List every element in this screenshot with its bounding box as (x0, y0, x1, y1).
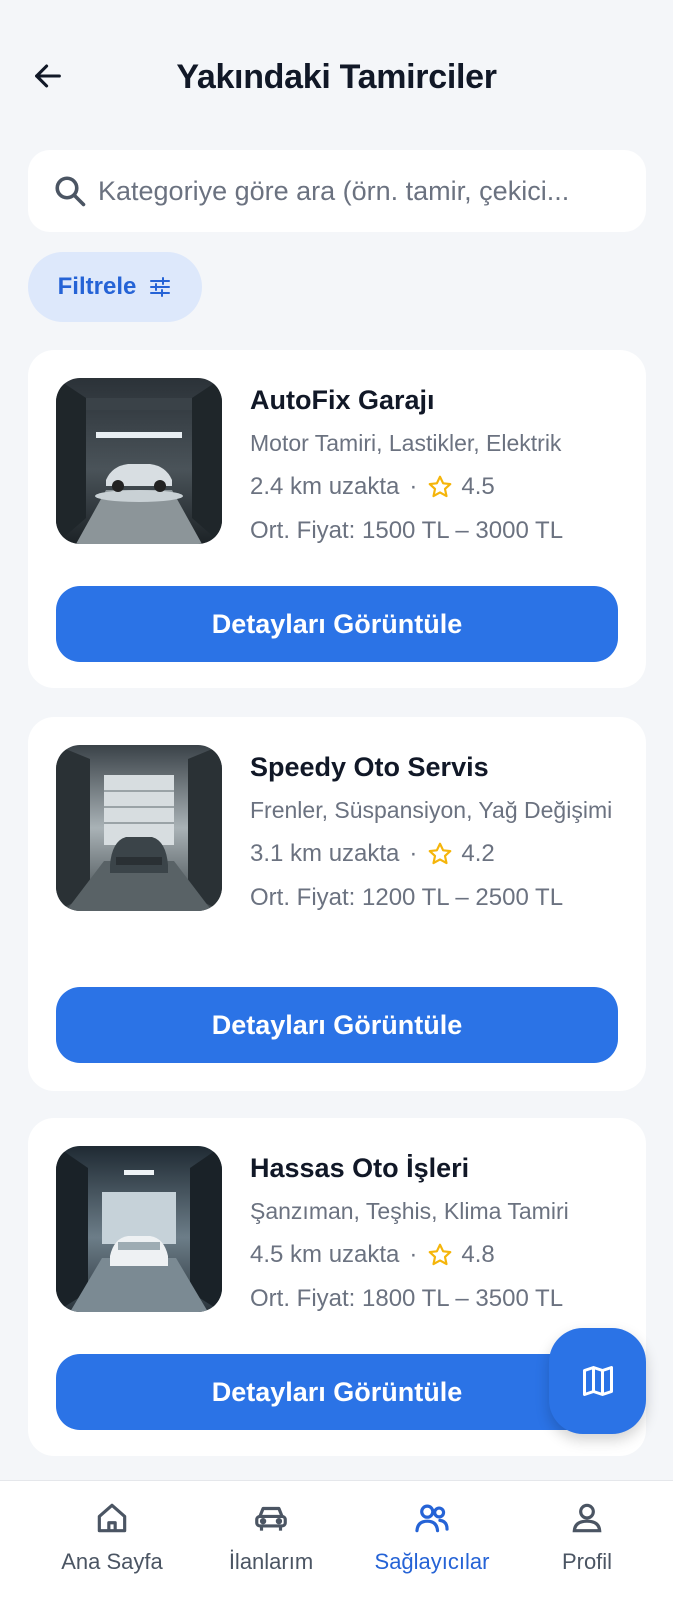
provider-rating: 4.2 (461, 840, 495, 867)
provider-rating: 4.8 (461, 1241, 495, 1268)
provider-categories: Motor Tamiri, Lastikler, Elektrik (250, 430, 562, 456)
page-title: Yakındaki Tamirciler (176, 58, 497, 96)
separator-dot: · (409, 840, 418, 867)
nav-item-providers[interactable]: Sağlayıcılar (352, 1499, 512, 1575)
sliders-icon (150, 277, 171, 297)
filter-label: Filtrele (57, 273, 137, 300)
provider-distance: 4.5 km uzakta (250, 1241, 400, 1268)
nav-item-listings[interactable]: İlanlarım (191, 1499, 351, 1575)
map-icon (582, 1366, 613, 1396)
garage-image (56, 1146, 222, 1312)
nav-label: Ana Sayfa (61, 1549, 163, 1574)
nav-label: Profil (561, 1549, 613, 1574)
home-icon (97, 1503, 127, 1533)
header: Yakındaki Tamirciler (0, 0, 673, 150)
star-icon (429, 842, 452, 865)
provider-meta: 2.4 km uzakta · 4.5 (250, 470, 620, 504)
provider-price: Ort. Fiyat: 1800 TL – 3500 TL (250, 1285, 564, 1312)
search-icon (55, 176, 86, 207)
provider-meta: 4.5 km uzakta · 4.8 (250, 1238, 620, 1272)
users-icon (415, 1504, 449, 1533)
bottom-navigation: Ana Sayfa İlanlarım Sağlayıcılar Profil (0, 1480, 673, 1600)
search-input[interactable] (98, 175, 638, 207)
provider-price: Ort. Fiyat: 1500 TL – 3000 TL (250, 517, 564, 544)
person-icon (572, 1503, 602, 1533)
garage-image (56, 378, 222, 544)
provider-card: AutoFix Garajı Motor Tamiri, Lastikler, … (28, 350, 646, 688)
provider-categories: Şanzıman, Teşhis, Klima Tamiri (250, 1198, 569, 1224)
provider-meta: 3.1 km uzakta · 4.2 (250, 837, 620, 871)
garage-image (56, 745, 222, 911)
star-icon (429, 475, 452, 498)
provider-price: Ort. Fiyat: 1200 TL – 2500 TL (250, 884, 564, 911)
view-details-button[interactable]: Detayları Görüntüle (56, 987, 618, 1063)
separator-dot: · (409, 1241, 418, 1268)
star-icon (429, 1243, 452, 1266)
search-bar[interactable] (28, 150, 646, 232)
provider-name: Speedy Oto Servis (250, 752, 489, 782)
provider-name: AutoFix Garajı (250, 385, 435, 415)
nav-label: İlanlarım (228, 1549, 314, 1574)
provider-categories: Frenler, Süspansiyon, Yağ Değişimi (250, 797, 613, 823)
nav-item-home[interactable]: Ana Sayfa (32, 1499, 192, 1575)
car-icon (255, 1506, 287, 1531)
provider-name: Hassas Oto İşleri (250, 1153, 470, 1183)
nav-item-profile[interactable]: Profil (507, 1499, 667, 1575)
view-details-button[interactable]: Detayları Görüntüle (56, 1354, 618, 1430)
provider-rating: 4.5 (461, 473, 495, 500)
provider-distance: 3.1 km uzakta (250, 840, 400, 867)
provider-distance: 2.4 km uzakta (250, 473, 400, 500)
nav-label: Sağlayıcılar (374, 1549, 490, 1574)
provider-card: Speedy Oto Servis Frenler, Süspansiyon, … (28, 717, 646, 1091)
separator-dot: · (409, 473, 418, 500)
filter-button[interactable]: Filtrele (28, 252, 202, 322)
map-view-button[interactable] (549, 1328, 646, 1434)
view-details-button[interactable]: Detayları Görüntüle (56, 586, 618, 662)
